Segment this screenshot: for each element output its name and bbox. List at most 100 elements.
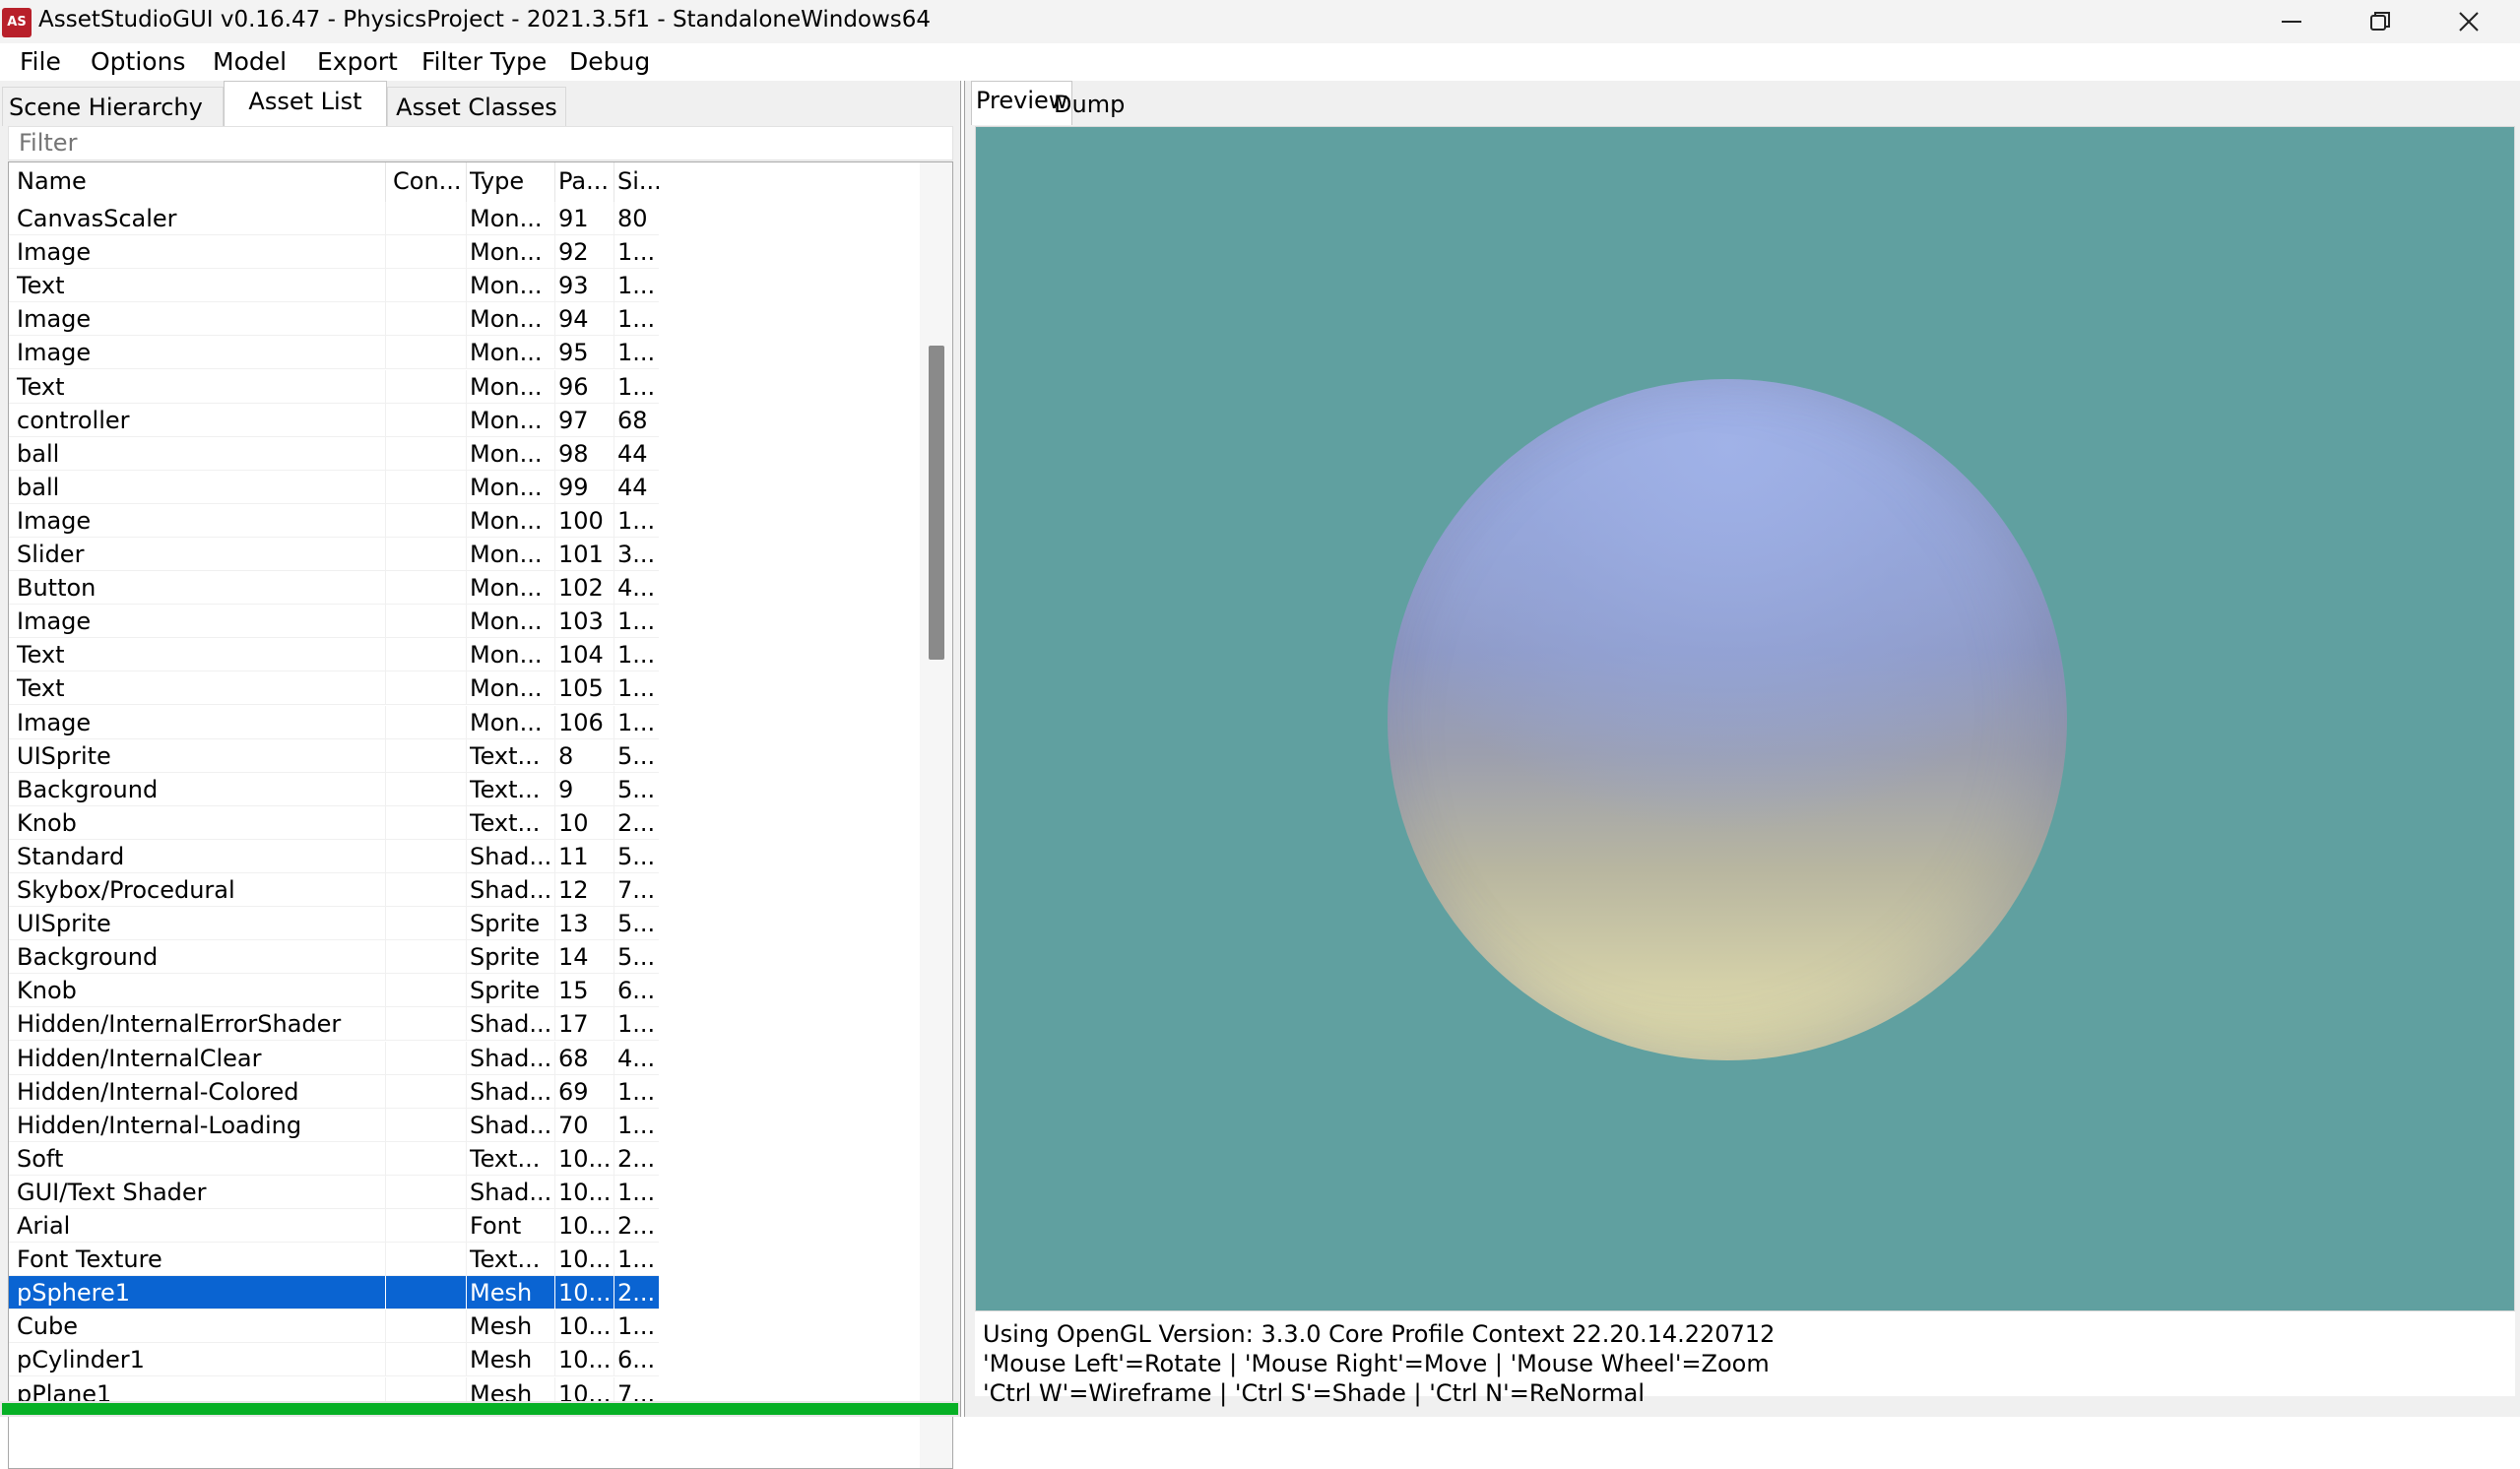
table-row[interactable]: Knob Text... 10 2... xyxy=(9,805,659,840)
close-icon xyxy=(2459,12,2479,32)
menu-options[interactable]: Options xyxy=(91,47,185,76)
table-row[interactable]: Hidden/Internal-Colored Shad... 69 1... xyxy=(9,1074,659,1109)
table-row[interactable]: Skybox/Procedural Shad... 12 7... xyxy=(9,873,659,907)
column-divider[interactable] xyxy=(554,162,555,202)
table-row[interactable]: Standard Shad... 11 5... xyxy=(9,839,659,873)
table-row[interactable]: Image Mon... 92 1... xyxy=(9,235,659,270)
cell-type: Mon... xyxy=(470,339,543,367)
table-row[interactable]: Image Mon... 103 1... xyxy=(9,605,659,639)
cell-pathid: 9 xyxy=(558,775,574,803)
table-row[interactable]: ball Mon... 98 44 xyxy=(9,436,659,471)
vertical-scrollbar[interactable] xyxy=(920,162,952,1468)
cell-name: ball xyxy=(17,439,60,468)
row-divider xyxy=(466,436,467,471)
table-row[interactable]: Soft Text... 10... 2... xyxy=(9,1141,659,1176)
cell-type: Mon... xyxy=(470,708,543,736)
table-row[interactable]: Text Mon... 96 1... xyxy=(9,369,659,404)
cell-pathid: 100 xyxy=(558,506,604,535)
column-header-type[interactable]: Type xyxy=(470,167,552,195)
cell-name: Standard xyxy=(17,842,125,870)
cell-pathid: 12 xyxy=(558,876,589,904)
table-row[interactable]: Text Mon... 93 1... xyxy=(9,269,659,303)
menu-file[interactable]: File xyxy=(20,47,61,76)
cell-size: 4... xyxy=(617,1044,656,1072)
column-header-name[interactable]: Name xyxy=(17,167,381,195)
table-row[interactable]: Background Text... 9 5... xyxy=(9,772,659,806)
row-divider xyxy=(466,1343,467,1377)
cell-pathid: 10... xyxy=(558,1346,612,1374)
table-row[interactable]: Hidden/Internal-Loading Shad... 70 1... xyxy=(9,1108,659,1142)
table-row[interactable]: Slider Mon... 101 3... xyxy=(9,538,659,571)
table-row[interactable]: Hidden/InternalErrorShader Shad... 17 1... xyxy=(9,1007,659,1042)
row-divider xyxy=(466,873,467,907)
column-divider[interactable] xyxy=(466,162,467,202)
menu-filter-type[interactable]: Filter Type xyxy=(421,47,547,76)
tab-asset-classes[interactable]: Asset Classes xyxy=(387,87,566,126)
row-divider xyxy=(466,1276,467,1310)
table-row[interactable]: Font Texture Text... 10... 1... xyxy=(9,1243,659,1277)
row-divider xyxy=(466,638,467,672)
table-row[interactable]: Button Mon... 102 4... xyxy=(9,571,659,606)
window-title-bar[interactable]: AS AssetStudioGUI v0.16.47 - PhysicsProj… xyxy=(0,0,2520,43)
filter-input[interactable] xyxy=(19,129,905,157)
row-divider xyxy=(466,907,467,941)
table-row[interactable]: ball Mon... 99 44 xyxy=(9,470,659,504)
row-divider xyxy=(466,705,467,739)
scrollbar-thumb[interactable] xyxy=(929,346,944,660)
table-row[interactable]: Knob Sprite 15 6... xyxy=(9,974,659,1008)
row-divider xyxy=(466,571,467,606)
cell-pathid: 70 xyxy=(558,1111,589,1139)
table-row[interactable]: CanvasScaler Mon... 91 80 xyxy=(9,202,659,235)
row-divider xyxy=(466,839,467,873)
close-button[interactable] xyxy=(2424,0,2513,43)
cell-size: 1... xyxy=(617,1245,656,1274)
cell-pathid: 99 xyxy=(558,473,589,501)
table-row[interactable]: pCylinder1 Mesh 10... 6... xyxy=(9,1343,659,1377)
opengl-viewport[interactable] xyxy=(975,126,2515,1311)
table-row[interactable]: controller Mon... 97 68 xyxy=(9,403,659,437)
menu-export[interactable]: Export xyxy=(317,47,398,76)
cell-size: 44 xyxy=(617,439,648,468)
table-row[interactable]: Hidden/InternalClear Shad... 68 4... xyxy=(9,1041,659,1075)
table-row[interactable]: Text Mon... 104 1... xyxy=(9,638,659,672)
row-divider xyxy=(466,974,467,1008)
table-row[interactable]: Image Mon... 95 1... xyxy=(9,336,659,370)
row-divider xyxy=(466,1108,467,1142)
table-row[interactable]: Image Mon... 100 1... xyxy=(9,503,659,538)
row-divider xyxy=(554,302,555,337)
table-row[interactable]: Cube Mesh 10... 1... xyxy=(9,1309,659,1344)
table-row[interactable]: Background Sprite 14 5... xyxy=(9,940,659,975)
opengl-info: Using OpenGL Version: 3.3.0 Core Profile… xyxy=(983,1319,1775,1408)
table-row[interactable]: UISprite Text... 8 5... xyxy=(9,738,659,773)
cell-type: Shad... xyxy=(470,1077,552,1106)
restore-button[interactable] xyxy=(2336,0,2424,43)
tab-dump[interactable]: Dump xyxy=(1050,87,1129,122)
minimize-button[interactable] xyxy=(2247,0,2336,43)
row-divider xyxy=(554,436,555,471)
column-divider[interactable] xyxy=(385,162,386,202)
menu-model[interactable]: Model xyxy=(213,47,287,76)
tab-asset-list[interactable]: Asset List xyxy=(224,81,387,126)
row-divider xyxy=(554,202,555,235)
table-row[interactable]: Image Mon... 94 1... xyxy=(9,302,659,337)
row-divider xyxy=(385,940,386,975)
cell-name: Arial xyxy=(17,1212,71,1240)
menu-debug[interactable]: Debug xyxy=(569,47,650,76)
table-row[interactable]: Arial Font 10... 2... xyxy=(9,1209,659,1243)
asset-list-view[interactable]: Name Con... Type Pa... Si... CanvasScale… xyxy=(8,161,953,1469)
row-divider xyxy=(385,738,386,773)
cell-name: Hidden/Internal-Loading xyxy=(17,1111,302,1139)
table-row[interactable]: Image Mon... 106 1... xyxy=(9,705,659,739)
cell-name: Soft xyxy=(17,1144,64,1173)
column-header-size[interactable]: Si... xyxy=(617,167,659,195)
table-row[interactable]: Text Mon... 105 1... xyxy=(9,671,659,706)
row-divider xyxy=(466,269,467,303)
table-row[interactable]: pSphere1 Mesh 10... 2... xyxy=(9,1276,659,1310)
column-header-container[interactable]: Con... xyxy=(393,167,464,195)
tab-scene-hierarchy[interactable]: Scene Hierarchy xyxy=(2,87,224,126)
column-header-pathid[interactable]: Pa... xyxy=(558,167,615,195)
table-row[interactable]: GUI/Text Shader Shad... 10... 1... xyxy=(9,1175,659,1209)
table-row[interactable]: UISprite Sprite 13 5... xyxy=(9,907,659,941)
cell-size: 5... xyxy=(617,775,656,803)
filter-box xyxy=(8,126,953,160)
